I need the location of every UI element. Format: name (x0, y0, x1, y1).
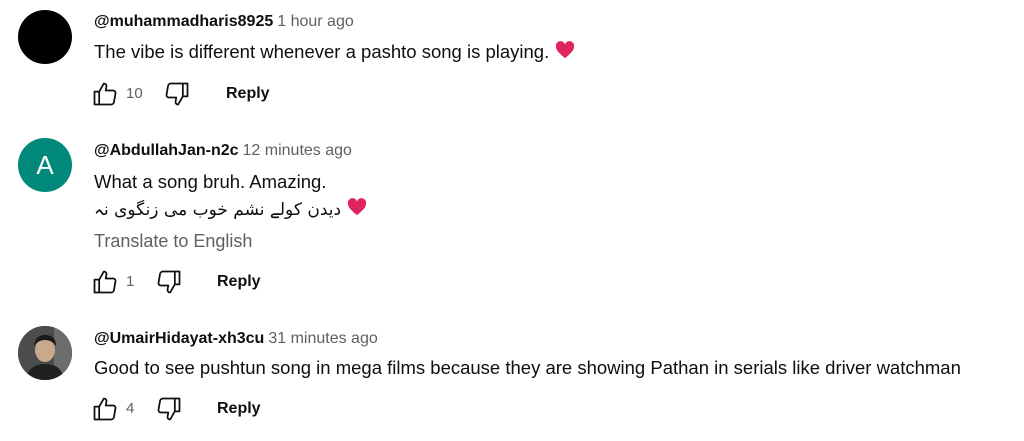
comment-text: Good to see pushtun song in mega films b… (94, 356, 961, 380)
heart-emoji-icon (347, 198, 367, 222)
comment-header: @UmairHidayat-xh3cu 31 minutes ago (94, 329, 378, 349)
comment-timestamp[interactable]: 31 minutes ago (268, 330, 377, 347)
thumbs-up-icon (93, 82, 117, 106)
like-count: 10 (126, 85, 143, 102)
like-button[interactable] (90, 394, 120, 424)
comment-author[interactable]: @AbdullahJan-n2c (94, 142, 239, 159)
dislike-button[interactable] (154, 267, 184, 297)
thumbs-down-icon (165, 82, 189, 106)
thumbs-up-icon (93, 397, 117, 421)
comment-actions: 1 Reply (90, 267, 390, 297)
avatar-letter: A (36, 149, 54, 180)
comment-author[interactable]: @UmairHidayat-xh3cu (94, 330, 264, 347)
like-button[interactable] (90, 79, 120, 109)
like-button[interactable] (90, 267, 120, 297)
dislike-button[interactable] (162, 79, 192, 109)
reply-button[interactable]: Reply (217, 394, 261, 424)
comment-text: What a song bruh. Amazing. (94, 170, 326, 194)
comment-text-line: The vibe is different whenever a pashto … (94, 41, 550, 62)
thumbs-up-icon (93, 270, 117, 294)
user-photo-icon (18, 326, 72, 380)
comment-text-line: What a song bruh. Amazing. (94, 171, 327, 192)
avatar[interactable] (18, 326, 72, 380)
translate-link[interactable]: Translate to English (94, 230, 252, 252)
comment-item: @UmairHidayat-xh3cu 31 minutes ago Good t… (0, 318, 1024, 441)
comment-text-line: دیدن کولے نشم خوب می زنگوی نہ (94, 200, 342, 220)
comment-timestamp[interactable]: 1 hour ago (277, 13, 354, 30)
reply-button[interactable]: Reply (217, 267, 261, 297)
thumbs-down-icon (157, 397, 181, 421)
dislike-button[interactable] (154, 394, 184, 424)
comment-item: @muhammadharis8925 1 hour ago The vibe is… (0, 0, 1024, 120)
comment-header: @AbdullahJan-n2c 12 minutes ago (94, 141, 352, 161)
comment-text-line: Good to see pushtun song in mega films b… (94, 357, 961, 378)
like-count: 1 (126, 273, 135, 290)
avatar[interactable]: A (18, 138, 72, 192)
reply-button[interactable]: Reply (226, 79, 270, 109)
comment-actions: 4 Reply (90, 394, 390, 424)
comment-item: A @AbdullahJan-n2c 12 minutes ago What a … (0, 130, 1024, 310)
avatar[interactable] (18, 10, 72, 64)
comment-text-rtl: دیدن کولے نشم خوب می زنگوی نہ (94, 197, 367, 222)
like-count: 4 (126, 400, 135, 417)
comment-header: @muhammadharis8925 1 hour ago (94, 12, 354, 32)
comment-timestamp[interactable]: 12 minutes ago (243, 142, 352, 159)
heart-emoji-icon (555, 41, 575, 65)
thumbs-down-icon (157, 270, 181, 294)
comment-text: The vibe is different whenever a pashto … (94, 40, 575, 65)
comment-author[interactable]: @muhammadharis8925 (94, 13, 273, 30)
comment-actions: 10 Reply (90, 79, 390, 109)
